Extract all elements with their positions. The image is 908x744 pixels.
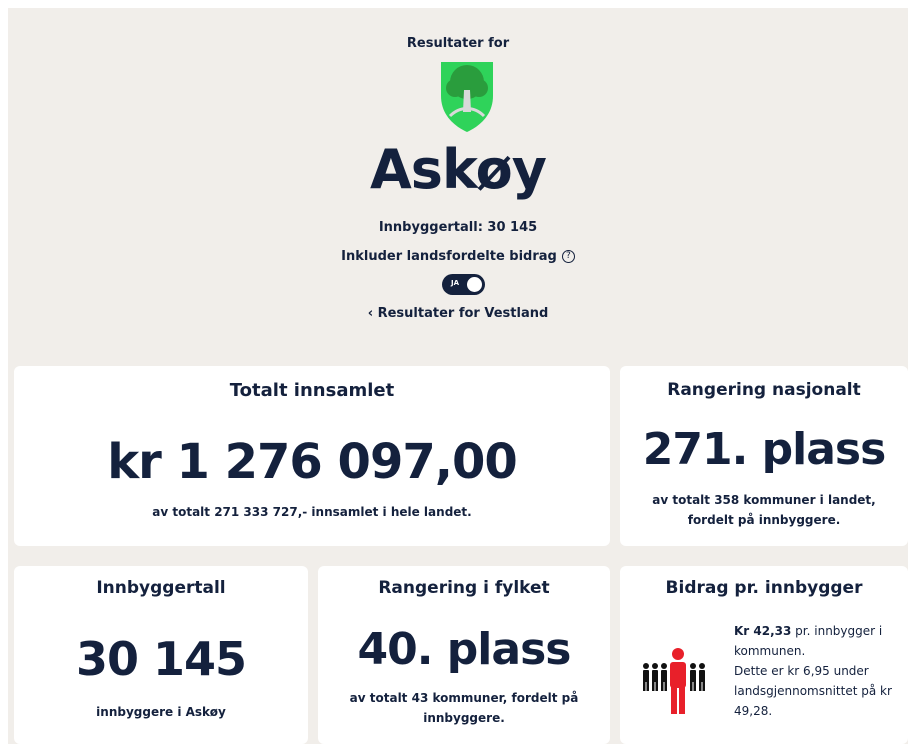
results-for-label: Resultater for [406,36,510,51]
total-collected-note: av totalt 271 333 727,- innsamlet i hele… [152,505,472,519]
results-header: Resultater for Askøy Innbyggertall: 30 1… [8,8,908,358]
population-value: 30 145 [75,632,247,686]
national-rank-note: av totalt 358 kommuner i landet, fordelt… [652,493,876,527]
people-icon [643,648,705,714]
per-capita-title: Bidrag pr. innbygger [665,578,863,598]
county-rank-value: 40. plass [357,624,572,675]
include-national-contributions-label: Inkluder landsfordelte bidrag [341,249,557,264]
national-rank-value: 271. plass [642,424,887,475]
per-capita-amount: Kr 42,33 [734,624,792,638]
toggle-state-text: JA [451,279,460,287]
population-line: Innbyggertall: 30 145 [378,220,538,235]
per-capita-line2: Dette er kr 6,95 under landsgjennomsnitt… [734,664,892,718]
county-rank-title: Rangering i fylket [378,578,550,598]
chevron-left-icon: ‹ [367,306,378,321]
per-capita-card: Bidrag pr. innbygger Kr 42,33 pr. innbyg… [620,566,908,744]
county-rank-card: Rangering i fylket 40. plass av totalt 4… [318,566,610,744]
municipality-title: Askøy [370,138,547,201]
population-card: Innbyggertall 30 145 innbyggere i Askøy [14,566,308,744]
help-icon[interactable]: ? [561,250,575,263]
back-to-county-link[interactable]: ‹ Resultater for Vestland [8,306,908,321]
national-rank-card: Rangering nasjonalt 271. plass av totalt… [620,366,908,546]
population-title: Innbyggertall [96,578,226,598]
national-rank-title: Rangering nasjonalt [667,380,861,400]
per-capita-description: Kr 42,33 pr. innbygger i kommunen. Dette… [734,621,904,721]
toggle-knob [467,277,482,292]
include-national-contributions-row: Inkluder landsfordelte bidrag ? [8,249,908,264]
municipality-crest-icon [441,62,493,132]
total-collected-card: Totalt innsamlet kr 1 276 097,00 av tota… [14,366,610,546]
include-contributions-toggle[interactable]: JA [442,274,485,295]
total-collected-title: Totalt innsamlet [229,380,395,401]
back-link-label: Resultater for Vestland [377,306,549,321]
total-collected-value: kr 1 276 097,00 [107,434,518,490]
population-note: innbyggere i Askøy [96,705,226,719]
county-rank-note: av totalt 43 kommuner, fordelt på innbyg… [349,691,579,725]
